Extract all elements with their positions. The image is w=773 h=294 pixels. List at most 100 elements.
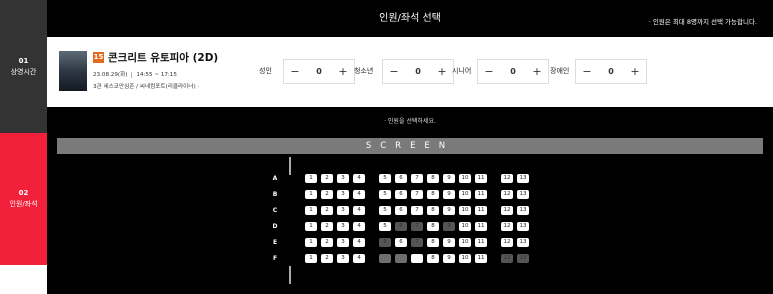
seat-F8[interactable]: 8 [427, 254, 439, 263]
seat-E11[interactable]: 11 [475, 238, 487, 247]
seat-D10[interactable]: 10 [459, 222, 471, 231]
seat-B3[interactable]: 3 [337, 190, 349, 199]
row-label: F [272, 255, 278, 262]
count-value: 0 [608, 67, 614, 76]
seat-B13[interactable]: 13 [517, 190, 529, 199]
seat-C8[interactable]: 8 [427, 206, 439, 215]
seat-D5[interactable]: 5 [379, 222, 391, 231]
seat-D12[interactable]: 12 [501, 222, 513, 231]
adult-stepper: − 0 + [283, 59, 355, 84]
seat-C9[interactable]: 9 [443, 206, 455, 215]
entrance-marker [289, 157, 295, 175]
seat-A3[interactable]: 3 [337, 174, 349, 183]
seat-C10[interactable]: 10 [459, 206, 471, 215]
seat-C7[interactable]: 7 [411, 206, 423, 215]
seat-B5[interactable]: 5 [379, 190, 391, 199]
minus-button[interactable]: − [478, 65, 500, 78]
row-label: E [272, 239, 278, 246]
seat-B10[interactable]: 10 [459, 190, 471, 199]
seat-B7[interactable]: 7 [411, 190, 423, 199]
seat-F1[interactable]: 1 [305, 254, 317, 263]
seat-F2[interactable]: 2 [321, 254, 333, 263]
seat-E8[interactable]: 8 [427, 238, 439, 247]
seat-C12[interactable]: 12 [501, 206, 513, 215]
select-people-message: · 인원을 선택하세요. [384, 118, 436, 125]
minus-button[interactable]: − [383, 65, 405, 78]
seat-A2[interactable]: 2 [321, 174, 333, 183]
seat-C1[interactable]: 1 [305, 206, 317, 215]
seat-F9[interactable]: 9 [443, 254, 455, 263]
seat-B4[interactable]: 4 [353, 190, 365, 199]
seat-C3[interactable]: 3 [337, 206, 349, 215]
seat-D11[interactable]: 11 [475, 222, 487, 231]
count-value: 0 [415, 67, 421, 76]
seat-E2[interactable]: 2 [321, 238, 333, 247]
seat-E1[interactable]: 1 [305, 238, 317, 247]
seat-E9[interactable]: 9 [443, 238, 455, 247]
seat-D3[interactable]: 3 [337, 222, 349, 231]
movie-date: 23.08.29(화) [93, 72, 128, 78]
seat-F4[interactable]: 4 [353, 254, 365, 263]
seat-F11[interactable]: 11 [475, 254, 487, 263]
seat-E4[interactable]: 4 [353, 238, 365, 247]
seat-C4[interactable]: 4 [353, 206, 365, 215]
movie-time: 14:55 ~ 17:15 [136, 72, 177, 78]
movie-theater: 3관 세스코안심존 / 씨네컴포트(리클라이너) · [93, 84, 200, 90]
seat-F10[interactable]: 10 [459, 254, 471, 263]
seat-E10[interactable]: 10 [459, 238, 471, 247]
seat-A11[interactable]: 11 [475, 174, 487, 183]
seat-A8[interactable]: 8 [427, 174, 439, 183]
seat-A13[interactable]: 13 [517, 174, 529, 183]
seat-A1[interactable]: 1 [305, 174, 317, 183]
seat-A10[interactable]: 10 [459, 174, 471, 183]
plus-button[interactable]: + [624, 65, 646, 78]
step-showtime[interactable]: 01 상영시간 [0, 0, 47, 133]
seat-B8[interactable]: 8 [427, 190, 439, 199]
row-label: C [272, 207, 278, 214]
seat-Fx6[interactable] [411, 254, 423, 263]
seat-E6[interactable]: 6 [395, 238, 407, 247]
seat-B11[interactable]: 11 [475, 190, 487, 199]
seat-F12: 12 [501, 254, 513, 263]
seat-E3[interactable]: 3 [337, 238, 349, 247]
seat-A4[interactable]: 4 [353, 174, 365, 183]
seat-B12[interactable]: 12 [501, 190, 513, 199]
seat-C2[interactable]: 2 [321, 206, 333, 215]
seat-E13[interactable]: 13 [517, 238, 529, 247]
seat-D1[interactable]: 1 [305, 222, 317, 231]
plus-button[interactable]: + [332, 65, 354, 78]
row-label: A [272, 175, 278, 182]
seat-A7[interactable]: 7 [411, 174, 423, 183]
row-label: B [272, 191, 278, 198]
plus-button[interactable]: + [431, 65, 453, 78]
seat-D2[interactable]: 2 [321, 222, 333, 231]
seat-D4[interactable]: 4 [353, 222, 365, 231]
seat-C5[interactable]: 5 [379, 206, 391, 215]
seat-C6[interactable]: 6 [395, 206, 407, 215]
seat-B9[interactable]: 9 [443, 190, 455, 199]
seat-C11[interactable]: 11 [475, 206, 487, 215]
seat-A9[interactable]: 9 [443, 174, 455, 183]
seat-B6[interactable]: 6 [395, 190, 407, 199]
senior-stepper: − 0 + [477, 59, 549, 84]
seat-A6[interactable]: 6 [395, 174, 407, 183]
seat-E7: 7 [411, 238, 423, 247]
seat-D13[interactable]: 13 [517, 222, 529, 231]
count-value: 0 [510, 67, 516, 76]
counter-label: 시니어 [452, 67, 472, 75]
seat-D8[interactable]: 8 [427, 222, 439, 231]
seat-B2[interactable]: 2 [321, 190, 333, 199]
seat-A12[interactable]: 12 [501, 174, 513, 183]
minus-button[interactable]: − [284, 65, 306, 78]
counter-label: 청소년 [354, 67, 374, 75]
seat-E12[interactable]: 12 [501, 238, 513, 247]
seat-A5[interactable]: 5 [379, 174, 391, 183]
minus-button[interactable]: − [576, 65, 598, 78]
plus-button[interactable]: + [526, 65, 548, 78]
step-seats[interactable]: 02 인원/좌석 [0, 133, 47, 265]
seat-C13[interactable]: 13 [517, 206, 529, 215]
age-rating-badge: 15 [93, 52, 104, 63]
screen-label: SCREEN [57, 138, 763, 154]
seat-F3[interactable]: 3 [337, 254, 349, 263]
seat-B1[interactable]: 1 [305, 190, 317, 199]
